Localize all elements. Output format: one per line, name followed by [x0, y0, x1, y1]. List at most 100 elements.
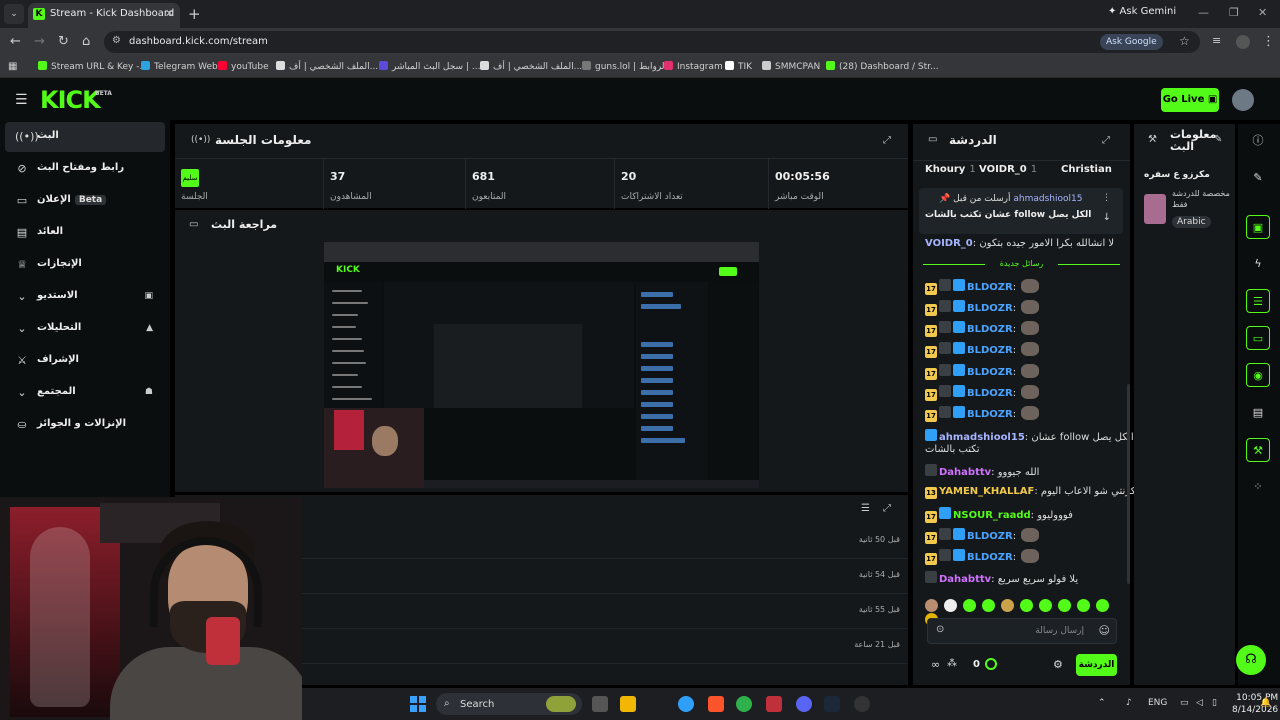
home-icon[interactable]: ⌂	[82, 34, 90, 49]
chat-username[interactable]: BLDOZR	[967, 282, 1013, 293]
layout-icon[interactable]: ▣	[1246, 215, 1270, 239]
site-info-icon[interactable]: ⚙	[112, 35, 121, 46]
chat-message[interactable]: 17 BLDOZR:	[925, 385, 1040, 401]
chat-scrollbar[interactable]	[1127, 384, 1130, 584]
chat-message[interactable]: 17 NSOUR_raadd: فوووليوو	[925, 507, 1073, 523]
chat-username[interactable]: YAMEN_KHALLAF	[939, 486, 1034, 497]
snipping-icon[interactable]	[766, 696, 782, 712]
network-icon[interactable]: ▭	[1180, 698, 1189, 708]
sidebar-item[interactable]: ⌄ المجتمع ☗	[5, 378, 165, 408]
chat-message[interactable]: 17 BLDOZR:	[925, 279, 1040, 295]
chat-icon[interactable]: ▭	[1246, 326, 1270, 350]
bookmark-item[interactable]: youTube	[218, 61, 269, 72]
edit-icon[interactable]: ✎	[1246, 166, 1270, 190]
chat-username[interactable]: Dahabttv	[939, 574, 991, 585]
volume-icon[interactable]: ◁	[1196, 698, 1203, 708]
chat-message[interactable]: تكتب بالشات	[925, 444, 980, 455]
close-window-icon[interactable]: ✕	[1258, 6, 1267, 19]
reading-list-icon[interactable]: ≡	[1212, 34, 1221, 47]
smile-icon[interactable]: ☺	[1099, 624, 1110, 637]
sidebar-item[interactable]: ⌄ التحليلات ▲	[5, 314, 165, 344]
sidebar-item[interactable]: ⚔ الإشراف	[5, 346, 165, 376]
hamburger-menu-icon[interactable]: ☰	[15, 92, 28, 108]
chat-message[interactable]: ahmadshiool15: عشان follow الكل يصل	[925, 429, 1134, 443]
sidebar-item[interactable]: ⌄ الاستديو ▣	[5, 282, 165, 312]
browser-tab[interactable]: K Stream - Kick Dashboard ✕	[28, 3, 180, 28]
expand-icon[interactable]: ⤢	[883, 503, 891, 514]
chat-username[interactable]: BLDOZR	[967, 409, 1013, 420]
list-icon[interactable]: ☰	[1246, 289, 1270, 313]
chat-message[interactable]: 17 BLDOZR:	[925, 549, 1040, 565]
brave-icon[interactable]	[708, 696, 724, 712]
go-live-button[interactable]: Go Live ▣	[1161, 88, 1219, 112]
quick-emote-icon[interactable]	[963, 599, 976, 612]
tab-search-button[interactable]: ⌄	[4, 4, 24, 24]
chat-username[interactable]: Dahabttv	[939, 467, 991, 478]
tray-chevron-icon[interactable]: ⌃	[1098, 698, 1106, 708]
chat-message[interactable]: 17 BLDOZR:	[925, 321, 1040, 337]
bookmark-item[interactable]: guns.lol | الروابط	[582, 61, 667, 72]
profile-avatar[interactable]	[1236, 35, 1250, 49]
kick-logo[interactable]: KICK	[40, 86, 101, 114]
maximize-icon[interactable]: ❐	[1229, 6, 1239, 19]
bookmark-item[interactable]: SMMCPAN	[762, 61, 820, 72]
chat-username[interactable]: BLDOZR	[967, 303, 1013, 314]
chrome-icon[interactable]	[678, 696, 694, 712]
windows-start-icon[interactable]	[410, 696, 426, 712]
task-view-icon[interactable]	[592, 696, 608, 712]
chat-message[interactable]: VOIDR_0: لا انشالله بكرا الامور جيده بتك…	[925, 238, 1114, 249]
chat-message[interactable]: 17 BLDOZR:	[925, 342, 1040, 358]
bookmark-item[interactable]: الملف الشخصي | أف...	[480, 61, 582, 72]
bookmark-item[interactable]: سجل البث المباشر | ...	[379, 61, 480, 72]
settings-gear-icon[interactable]: ⚙	[1053, 658, 1063, 671]
stream-preview-video[interactable]: KICK	[324, 242, 759, 488]
menu-icon[interactable]: ⋮	[1262, 34, 1275, 49]
quick-emote-icon[interactable]	[925, 599, 938, 612]
chat-username[interactable]: BLDOZR	[967, 552, 1013, 563]
notification-icon[interactable]: 🔔	[1260, 698, 1271, 708]
xbox-icon[interactable]	[736, 696, 752, 712]
expand-icon[interactable]: ⤢	[1102, 135, 1110, 146]
lightning-icon[interactable]: ϟ	[1246, 252, 1270, 276]
chat-message[interactable]: 17 BLDOZR:	[925, 406, 1040, 422]
file-explorer-icon[interactable]	[620, 696, 636, 712]
url-input[interactable]: ⚙ dashboard.kick.com/stream Ask Google ☆	[104, 31, 1200, 53]
chat-username[interactable]: ahmadshiool15	[939, 432, 1025, 443]
chat-message[interactable]: 17 BLDOZR:	[925, 528, 1040, 544]
gifter-item[interactable]: Khoury 1	[925, 164, 976, 175]
quick-emote-icon[interactable]	[1020, 599, 1033, 612]
gifter-item[interactable]: Christian	[1061, 164, 1116, 175]
sidebar-item[interactable]: ▭ الإعلان Beta	[5, 186, 165, 216]
steam-icon[interactable]	[824, 696, 840, 712]
language-indicator[interactable]: ENG	[1148, 698, 1167, 708]
emote-picker-icon[interactable]: ⊙	[936, 624, 944, 635]
mic-icon[interactable]: ♪	[1126, 698, 1132, 708]
pinned-message[interactable]: 📌 أرسلت من قبل ahmadshiool15 عشان تكتب ب…	[919, 188, 1123, 234]
quick-emote-icon[interactable]	[1039, 599, 1052, 612]
chat-message[interactable]: Dahabttv: يلا فولو سريع سريع	[925, 571, 1078, 585]
info-icon[interactable]: ⓘ	[1246, 129, 1270, 153]
kicks-icon[interactable]	[985, 658, 997, 670]
taskbar-search[interactable]: ⌕ Search	[436, 693, 582, 715]
clock[interactable]: 10:05 PM 8/14/2026	[1232, 692, 1278, 716]
sidebar-item[interactable]: ▤ العائد	[5, 218, 165, 248]
bookmark-item[interactable]: الملف الشخصي | أف...	[276, 61, 378, 72]
quick-emote-icon[interactable]	[1077, 599, 1090, 612]
broadcast-icon[interactable]: ◉	[1246, 363, 1270, 387]
chat-message[interactable]: 17 BLDOZR:	[925, 300, 1040, 316]
chat-username[interactable]: BLDOZR	[967, 531, 1013, 542]
infinity-icon[interactable]: ∞	[931, 658, 940, 671]
avatar[interactable]	[1232, 89, 1254, 111]
reload-icon[interactable]: ↻	[58, 34, 69, 49]
chat-send-button[interactable]: الدردشة	[1076, 654, 1117, 676]
new-tab-button[interactable]: +	[188, 5, 201, 23]
pin-icon[interactable]: ⋮	[1102, 193, 1111, 203]
language-tag[interactable]: Arabic	[1172, 216, 1211, 228]
share-icon[interactable]: ⁘	[1246, 475, 1270, 499]
sidebar-item[interactable]: ♕ الإنجازات	[5, 250, 165, 280]
forward-icon[interactable]: →	[34, 34, 45, 49]
category-thumbnail[interactable]	[1144, 194, 1166, 224]
ask-google-button[interactable]: Ask Google	[1100, 34, 1163, 50]
bookmark-item[interactable]: TIK	[725, 61, 752, 72]
chat-message-input[interactable]: ⊙ إرسال رسالة ☺	[927, 618, 1117, 644]
